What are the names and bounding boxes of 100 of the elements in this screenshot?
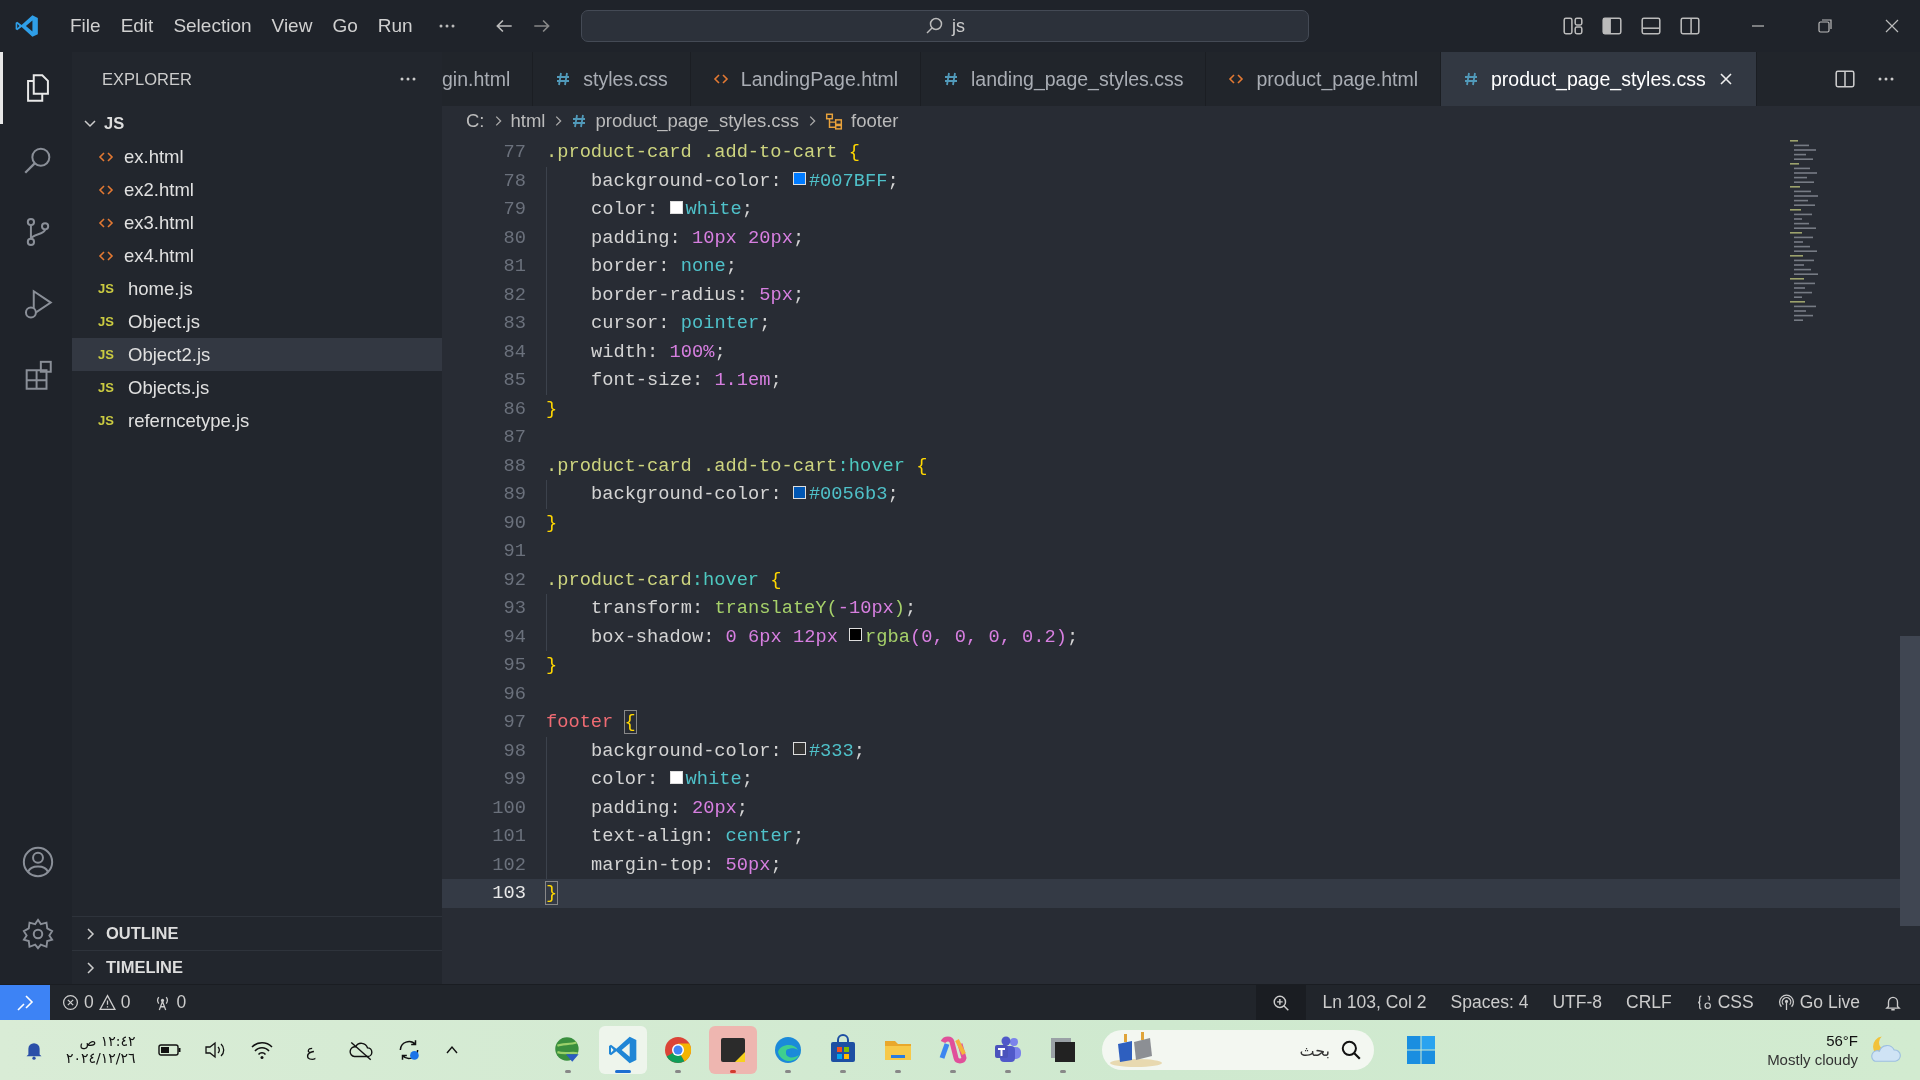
line-number: 90 — [502, 511, 526, 534]
number-value: (0, 0, 0, 0.2) — [909, 625, 1067, 648]
color-swatch[interactable] — [669, 770, 683, 784]
tree-item[interactable]: ex3.html — [72, 206, 442, 239]
line-ending-status[interactable]: CRLF — [1614, 992, 1684, 1013]
search-icon — [924, 16, 945, 36]
line-number: 102 — [491, 853, 526, 876]
cursor-position[interactable]: Ln 103, Col 2 — [1310, 992, 1439, 1013]
number-value: 50px — [725, 853, 771, 876]
editor-tab[interactable]: styles.css — [533, 52, 691, 106]
hash-icon — [943, 71, 959, 87]
breadcrumb-item[interactable]: product_page_styles.css — [571, 110, 800, 132]
css-property: text-align: — [591, 825, 715, 848]
brace: { — [916, 454, 928, 477]
menu-item[interactable]: Edit — [110, 11, 164, 41]
editor-tab[interactable]: LandingPage.html — [690, 52, 921, 106]
section-header[interactable]: OUTLINE — [72, 916, 442, 950]
css-value: white — [685, 768, 742, 791]
line-number: 101 — [491, 825, 526, 848]
punctuation: ; — [792, 283, 805, 306]
punctuation: ; — [887, 169, 899, 192]
wave-browser-icon — [772, 1034, 804, 1066]
punctuation: ; — [741, 198, 753, 221]
line-number: 88 — [502, 454, 526, 477]
css-selector: .product-card .add-to-cart — [546, 141, 838, 164]
line-number: 77 — [502, 141, 526, 164]
editor-tab[interactable]: product_page_styles.css — [1441, 52, 1757, 106]
color-swatch[interactable] — [792, 172, 806, 186]
css-property: color: — [591, 768, 659, 791]
tree-item[interactable]: JS Object.js — [72, 305, 442, 338]
line-number: 103 — [491, 882, 526, 905]
color-swatch[interactable] — [792, 485, 806, 499]
tree-item[interactable]: ex2.html — [72, 173, 442, 206]
taskbar-app[interactable] — [709, 1026, 757, 1074]
tree-item[interactable]: ex.html — [72, 140, 442, 173]
clock[interactable]: ١٢:٤٢ ص ٢٠٢٤/١٢/٢٦ — [66, 1033, 136, 1067]
scrollbar[interactable] — [1900, 636, 1920, 926]
breadcrumb-item[interactable]: html — [510, 110, 546, 132]
menu-item[interactable]: Selection — [163, 11, 262, 41]
menu-item[interactable]: Run — [367, 11, 423, 41]
breadcrumb-item[interactable]: footer — [825, 110, 899, 132]
panel-toggle-icon[interactable] — [1640, 15, 1662, 37]
punctuation: ; — [741, 768, 753, 791]
folder-row[interactable]: JS — [72, 106, 442, 140]
restore-icon[interactable] — [1815, 16, 1835, 36]
line-number: 89 — [502, 483, 526, 506]
battery-icon[interactable] — [157, 1042, 182, 1058]
css-value: #0056b3 — [808, 483, 888, 506]
weather-widget[interactable]: 56°F Mostly cloudy — [1767, 1031, 1920, 1069]
tree-item[interactable]: JS Object2.js — [72, 338, 442, 371]
line-number: 81 — [502, 255, 526, 278]
zoom-in-icon — [1272, 993, 1291, 1012]
css-property: width: — [591, 340, 659, 363]
tag-selector: footer — [546, 711, 614, 734]
color-swatch[interactable] — [669, 200, 683, 214]
color-swatch[interactable] — [849, 628, 863, 642]
tree-item[interactable]: ex4.html — [72, 239, 442, 272]
start-button-icon[interactable] — [1405, 1034, 1437, 1066]
sidebar-toggle-icon[interactable] — [1601, 15, 1623, 37]
input-language[interactable]: ع — [305, 1040, 316, 1060]
editor-tab[interactable]: landing_page_styles.css — [921, 52, 1207, 106]
indentation-status[interactable]: Spaces: 4 — [1438, 992, 1541, 1013]
split-editor-icon[interactable] — [1834, 68, 1856, 90]
menu-item[interactable]: View — [261, 11, 323, 41]
secondary-sidebar-icon[interactable] — [1679, 15, 1701, 37]
pseudo-class: :hover — [691, 568, 760, 591]
hash-icon — [555, 71, 572, 87]
css-property: padding: — [591, 796, 681, 819]
color-swatch[interactable] — [792, 742, 806, 756]
css-value: #333 — [808, 739, 854, 762]
encoding-status[interactable]: UTF-8 — [1540, 992, 1614, 1013]
customize-layout-icon[interactable] — [1562, 15, 1584, 37]
editor-tab[interactable]: gin.html — [442, 52, 534, 106]
menu-item[interactable]: Go — [322, 11, 368, 41]
line-number: 100 — [491, 796, 526, 819]
ribbon-logo-icon — [937, 1034, 969, 1066]
close-icon[interactable] — [1717, 71, 1734, 87]
menu-item[interactable]: File — [60, 11, 111, 41]
js-file-icon: JS — [98, 413, 118, 428]
problems-status[interactable]: 0 0 — [50, 992, 143, 1013]
line-number: 87 — [502, 426, 526, 449]
punctuation: ; — [736, 796, 749, 819]
tree-item[interactable]: JS Objects.js — [72, 371, 442, 404]
punctuation: ; — [725, 255, 737, 278]
ports-status[interactable]: 0 — [142, 992, 199, 1013]
line-number: 91 — [502, 540, 526, 563]
tree-item[interactable]: JS referncetype.js — [72, 404, 442, 437]
breadcrumb-item[interactable]: C: — [466, 110, 485, 132]
go-live-button[interactable]: Go Live — [1765, 992, 1872, 1013]
cloud-off-icon[interactable] — [347, 1039, 374, 1061]
taskbar-search-field[interactable]: بحث — [1102, 1030, 1374, 1070]
js-file-icon: JS — [98, 380, 118, 395]
zoom-button[interactable] — [1256, 985, 1307, 1020]
tree-item[interactable]: JS home.js — [72, 272, 442, 305]
bell-icon[interactable] — [24, 1040, 44, 1060]
browser-icon — [662, 1034, 694, 1066]
command-search-field[interactable]: js — [580, 10, 1309, 42]
wifi-icon[interactable] — [249, 1040, 274, 1060]
line-number: 83 — [502, 312, 526, 335]
language-mode[interactable]: CSS — [1683, 992, 1766, 1013]
